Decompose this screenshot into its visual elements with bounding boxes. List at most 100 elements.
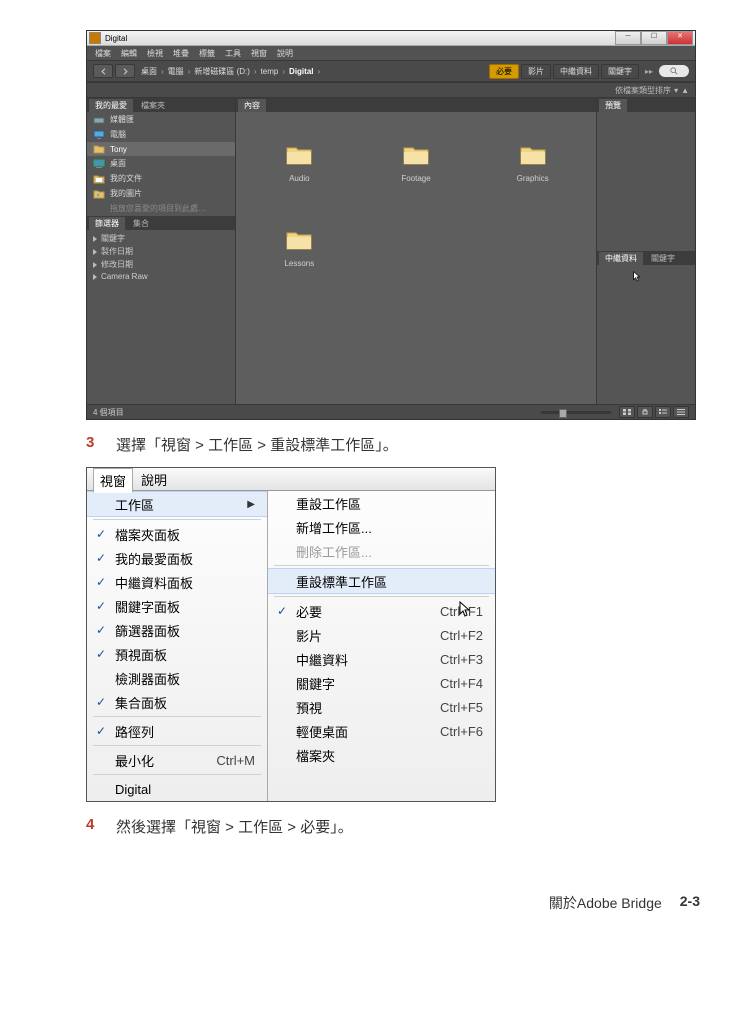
content-area[interactable]: Audio Footage Graphics Lessons [236,112,596,404]
tab-folders[interactable]: 檔案夾 [135,99,171,112]
menu-file[interactable]: 檔案 [95,48,111,59]
menu-item[interactable]: 檔案夾 [268,743,495,767]
crumb-desktop[interactable]: 桌面 [141,66,157,77]
folder-lessons[interactable]: Lessons [246,229,353,268]
fav-documents[interactable]: 我的文件 [87,171,235,186]
search-input[interactable] [659,65,689,77]
view-list-button[interactable] [673,406,689,418]
folder-icon [285,144,313,166]
menu-view[interactable]: 檢視 [147,48,163,59]
menu-item-label: 我的最愛面板 [115,549,255,568]
menu-separator [274,565,489,566]
fav-tony[interactable]: Tony [87,142,235,156]
maximize-button[interactable]: ☐ [641,31,667,45]
nav-back-button[interactable] [93,64,113,78]
tab-content[interactable]: 內容 [238,99,266,112]
menu-item[interactable]: 工作區▶ [87,491,267,517]
filter-modified[interactable]: 修改日期 [87,258,235,271]
menu-window[interactable]: 視窗 [251,48,267,59]
menu-item[interactable]: 最小化Ctrl+M [87,748,267,772]
workspace-more-icon[interactable]: ▸▸ [641,67,657,76]
breadcrumbs[interactable]: 桌面› 電腦› 新增磁碟區 (D:)› temp› Digital› [141,66,489,77]
filter-keywords[interactable]: 關鍵字 [87,232,235,245]
menu-item[interactable]: 重設工作區 [268,491,495,515]
fav-pictures[interactable]: 我的圖片 [87,186,235,201]
tab-metadata[interactable]: 中繼資料 [599,252,643,265]
menu-item[interactable]: 重設標準工作區 [268,568,495,594]
fav-label: 電腦 [110,129,126,140]
filter-list: 關鍵字 製作日期 修改日期 Camera Raw [87,230,235,404]
thumb-label: Lessons [284,259,314,268]
tab-keywords2[interactable]: 關鍵字 [645,252,681,265]
menu-item[interactable]: 預視Ctrl+F5 [268,695,495,719]
crumb-drive[interactable]: 新增磁碟區 (D:) [194,66,250,77]
app-icon [89,32,101,44]
menu-help[interactable]: 說明 [277,48,293,59]
view-detail-button[interactable] [655,406,671,418]
view-grid-button[interactable] [619,406,635,418]
sort-asc-icon[interactable]: ▲ [681,86,689,95]
step-3: 3 選擇「視窗 > 工作區 > 重設標準工作區」。 [86,434,700,455]
workspace-essentials[interactable]: 必要 [489,64,519,79]
fav-desktop[interactable]: 桌面 [87,156,235,171]
metadata-panel-tabs: 中繼資料 關鍵字 [597,251,695,265]
menu-separator [93,519,261,520]
fav-computer[interactable]: 電腦 [87,127,235,142]
minimize-button[interactable]: ─ [615,31,641,45]
folder-footage[interactable]: Footage [363,144,470,183]
menu-item[interactable]: 新增工作區... [268,515,495,539]
menu-item[interactable]: ✓關鍵字面板 [87,594,267,618]
view-lock-button[interactable] [637,406,653,418]
submenu-arrow-icon: ▶ [237,499,255,510]
menu-edit[interactable]: 編輯 [121,48,137,59]
menu-stack[interactable]: 堆疊 [173,48,189,59]
left-bottom-panel-tabs: 篩選器 集合 [87,216,235,230]
thumb-label: Footage [401,174,430,183]
menu-item[interactable]: 關鍵字Ctrl+F4 [268,671,495,695]
crumb-temp[interactable]: temp [261,67,279,76]
close-button[interactable]: ✕ [667,31,693,45]
menu-item[interactable]: ✓中繼資料面板 [87,570,267,594]
folder-graphics[interactable]: Graphics [479,144,586,183]
menu-accelerator: Ctrl+F2 [440,628,483,643]
menu-item[interactable]: 中繼資料Ctrl+F3 [268,647,495,671]
menu-label[interactable]: 標籤 [199,48,215,59]
workspace-film[interactable]: 影片 [521,64,551,79]
titlebar: Digital ─ ☐ ✕ [87,31,695,46]
filter-cameraraw[interactable]: Camera Raw [87,271,235,282]
check-icon: ✓ [87,527,115,541]
sort-label[interactable]: 依檔案類型排序 [615,85,671,96]
tab-collection[interactable]: 集合 [127,217,155,230]
workspace-keywords[interactable]: 關鍵字 [601,64,639,79]
crumb-current[interactable]: Digital [289,67,313,76]
folder-audio[interactable]: Audio [246,144,353,183]
tab-preview[interactable]: 預覽 [599,99,627,112]
preview-panel-tabs: 預覽 [597,98,695,112]
menu-help-top[interactable]: 說明 [141,470,167,489]
window-title: Digital [105,34,127,43]
nav-forward-button[interactable] [115,64,135,78]
menu-item[interactable]: 影片Ctrl+F2 [268,623,495,647]
workspace-metadata[interactable]: 中繼資料 [553,64,599,79]
menu-item[interactable]: ✓集合面板 [87,690,267,714]
menu-window-top[interactable]: 視窗 [93,468,133,493]
menu-item[interactable]: 輕便桌面Ctrl+F6 [268,719,495,743]
preview-area [597,112,695,251]
menu-item[interactable]: ✓我的最愛面板 [87,546,267,570]
menu-item[interactable]: Digital [87,777,267,801]
thumbnail-slider[interactable] [541,411,611,414]
menu-item[interactable]: ✓路徑列 [87,719,267,743]
crumb-computer[interactable]: 電腦 [168,66,184,77]
metadata-area [597,265,695,404]
menu-item[interactable]: ✓預視面板 [87,642,267,666]
chevron-down-icon[interactable]: ▾ [674,86,678,95]
tab-filter[interactable]: 篩選器 [89,217,125,230]
menu-tools[interactable]: 工具 [225,48,241,59]
menu-item[interactable]: ✓檔案夾面板 [87,522,267,546]
menu-item[interactable]: ✓篩選器面板 [87,618,267,642]
fav-media[interactable]: 媒體匯 [87,112,235,127]
filter-created[interactable]: 製作日期 [87,245,235,258]
menu-item[interactable]: 檢測器面板 [87,666,267,690]
tab-favorites[interactable]: 我的最愛 [89,99,133,112]
menu-item: 刪除工作區... [268,539,495,563]
